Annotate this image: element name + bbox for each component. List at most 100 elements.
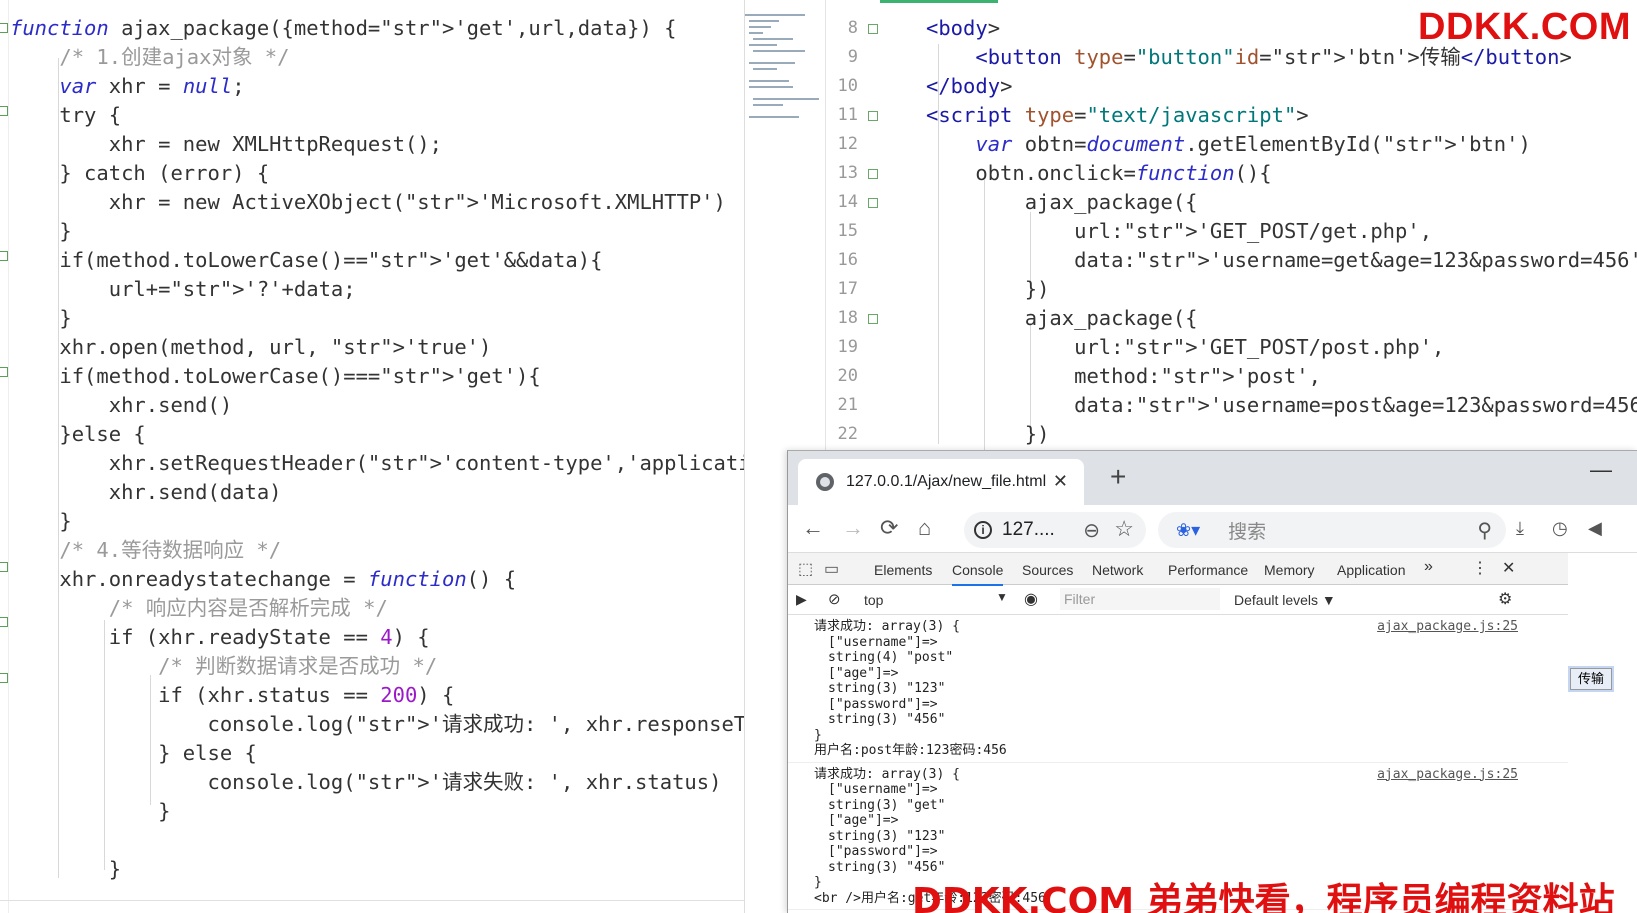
extensions-icon[interactable]: ◀ <box>1588 515 1602 541</box>
tab-elements[interactable]: Elements <box>874 562 932 578</box>
line-number: 21 <box>837 395 858 415</box>
line-number: 15 <box>837 221 858 241</box>
console-filter-bar: ▶ ⊘ top ▼ ◉ Filter Default levels ▼ ⚙ <box>788 585 1568 615</box>
console-message: 请求成功: array(3) {ajax_package.js:25 ["user… <box>788 615 1568 763</box>
console-line: string(3) "123" <box>828 681 946 696</box>
tab-performance[interactable]: Performance <box>1168 562 1248 578</box>
console-line: ["age"]=> <box>828 665 899 681</box>
fold-marker[interactable] <box>0 251 8 261</box>
fold-marker[interactable] <box>868 24 878 34</box>
filter-input[interactable]: Filter <box>1060 588 1220 610</box>
fold-marker[interactable] <box>0 617 8 627</box>
device-toggle-icon[interactable]: ▭ <box>824 557 839 583</box>
search-engine-icon[interactable]: ❀▾ <box>1176 520 1200 541</box>
left-code-editor[interactable]: function ajax_package({method="str">'get… <box>0 0 745 913</box>
console-line: ["username"]=> <box>828 634 938 650</box>
code-line: } <box>10 857 122 881</box>
more-tabs-icon[interactable]: » <box>1424 558 1433 576</box>
line-number: 10 <box>837 76 858 96</box>
watermark-top: DDKK.COM <box>1418 6 1631 48</box>
sidebar-toggle-icon[interactable]: ▶ <box>796 591 807 608</box>
code-line: xhr.send(data) <box>10 480 282 504</box>
code-line: url:"str">'GET_POST/get.php', <box>926 219 1433 243</box>
reload-icon[interactable]: ⟳ <box>880 515 898 541</box>
source-link[interactable]: ajax_package.js:25 <box>1377 619 1518 635</box>
code-line: obtn.onclick=function(){ <box>926 161 1272 185</box>
tab-memory[interactable]: Memory <box>1264 562 1315 578</box>
console-line: } <box>814 727 822 743</box>
transfer-button[interactable]: 传输 <box>1570 668 1612 690</box>
line-number-gutter: 8 9 10 11 12 13 14 15 16 17 18 19 20 21 22 <box>826 14 884 449</box>
forward-arrow-icon[interactable]: → <box>842 515 864 541</box>
context-select[interactable]: top <box>864 592 883 608</box>
code-line: }else { <box>10 422 146 446</box>
code-line: /* 1.创建ajax对象 */ <box>10 45 290 69</box>
info-icon[interactable]: i <box>974 521 992 539</box>
clear-console-icon[interactable]: ⊘ <box>828 590 841 608</box>
line-number: 16 <box>837 250 858 270</box>
minimize-button[interactable]: — <box>1590 457 1612 483</box>
fold-marker[interactable] <box>868 198 878 208</box>
zoom-out-icon[interactable]: ⊖ <box>1083 518 1100 543</box>
left-gutter <box>8 0 9 913</box>
fold-marker[interactable] <box>0 673 8 683</box>
levels-select[interactable]: Default levels ▼ <box>1234 592 1336 608</box>
line-number: 8 <box>826 14 884 43</box>
fold-marker[interactable] <box>0 23 8 33</box>
editor-bottom-border <box>0 900 744 901</box>
code-line: } <box>10 219 72 243</box>
fold-marker[interactable] <box>0 106 8 116</box>
code-line: /* 判断数据请求是否成功 */ <box>10 654 438 678</box>
eye-icon[interactable]: ◉ <box>1024 589 1038 609</box>
line-number: 9 <box>847 47 858 67</box>
code-line: url:"str">'GET_POST/post.php', <box>926 335 1445 359</box>
tab-application[interactable]: Application <box>1337 562 1406 578</box>
code-line: /* 4.等待数据响应 */ <box>10 538 282 562</box>
tab-sources[interactable]: Sources <box>1022 562 1073 578</box>
tab-network[interactable]: Network <box>1092 562 1143 578</box>
home-icon[interactable]: ⌂ <box>918 515 931 541</box>
right-code-editor[interactable]: 8 9 10 11 12 13 14 15 16 17 18 19 20 21 22 <body> <but… <box>825 0 1637 450</box>
search-box[interactable]: ❀▾ 搜索 ⚲ <box>1158 512 1506 548</box>
kebab-menu-icon[interactable]: ⋮ <box>1472 558 1488 578</box>
editor-minimap[interactable] <box>745 14 819 124</box>
code-line: xhr.send() <box>10 393 233 417</box>
history-icon[interactable]: ◷ <box>1552 515 1568 541</box>
fold-marker[interactable] <box>0 367 8 377</box>
code-line: } <box>10 509 72 533</box>
new-tab-button[interactable]: + <box>1110 463 1126 491</box>
right-code-lines: <body> <button type="button"id="str">'bt… <box>926 14 1637 449</box>
code-line: var xhr = null; <box>59 74 245 98</box>
close-tab-icon[interactable]: ✕ <box>1053 471 1068 492</box>
line-number: 18 <box>826 304 884 333</box>
code-line: ajax_package({ <box>926 306 1198 330</box>
chevron-down-icon[interactable]: ▼ <box>996 590 1008 604</box>
source-link[interactable]: ajax_package.js:25 <box>1377 767 1518 783</box>
bookmark-star-icon[interactable]: ☆ <box>1114 516 1134 542</box>
fold-marker[interactable] <box>868 169 878 179</box>
search-icon[interactable]: ⚲ <box>1477 518 1492 543</box>
code-line: </body> <box>926 74 1013 98</box>
code-line: } <box>10 799 171 823</box>
line-number: 12 <box>837 134 858 154</box>
back-arrow-icon[interactable]: ← <box>802 515 824 541</box>
inspect-icon[interactable]: ⬚ <box>798 557 813 583</box>
download-icon[interactable]: ⤓ <box>1516 515 1524 541</box>
line-number: 11 <box>826 101 884 130</box>
active-tab-indicator <box>880 0 998 3</box>
code-line: data:"str">'username=post&age=123&passwo… <box>926 393 1637 417</box>
code-line: console.log("str">'请求成功: ', xhr.response… <box>10 712 745 736</box>
fold-marker[interactable] <box>0 562 8 572</box>
close-devtools-icon[interactable]: ✕ <box>1502 558 1515 578</box>
code-line: if(method.toLowerCase()==="str">'get'){ <box>10 364 541 388</box>
code-line: method:"str">'post', <box>926 364 1321 388</box>
console-line: string(3) "get" <box>828 797 946 813</box>
fold-marker[interactable] <box>868 111 878 121</box>
fold-marker[interactable] <box>868 314 878 324</box>
line-number: 19 <box>837 337 858 357</box>
code-line: function ajax_package({method="str">'get… <box>10 16 677 40</box>
browser-tab[interactable]: 127.0.0.1/Ajax/new_file.html ✕ <box>798 459 1084 505</box>
address-bar[interactable]: i 127.... ⊖ ☆ <box>964 512 1146 548</box>
tab-console[interactable]: Console <box>952 562 1004 586</box>
gear-icon[interactable]: ⚙ <box>1498 589 1512 609</box>
